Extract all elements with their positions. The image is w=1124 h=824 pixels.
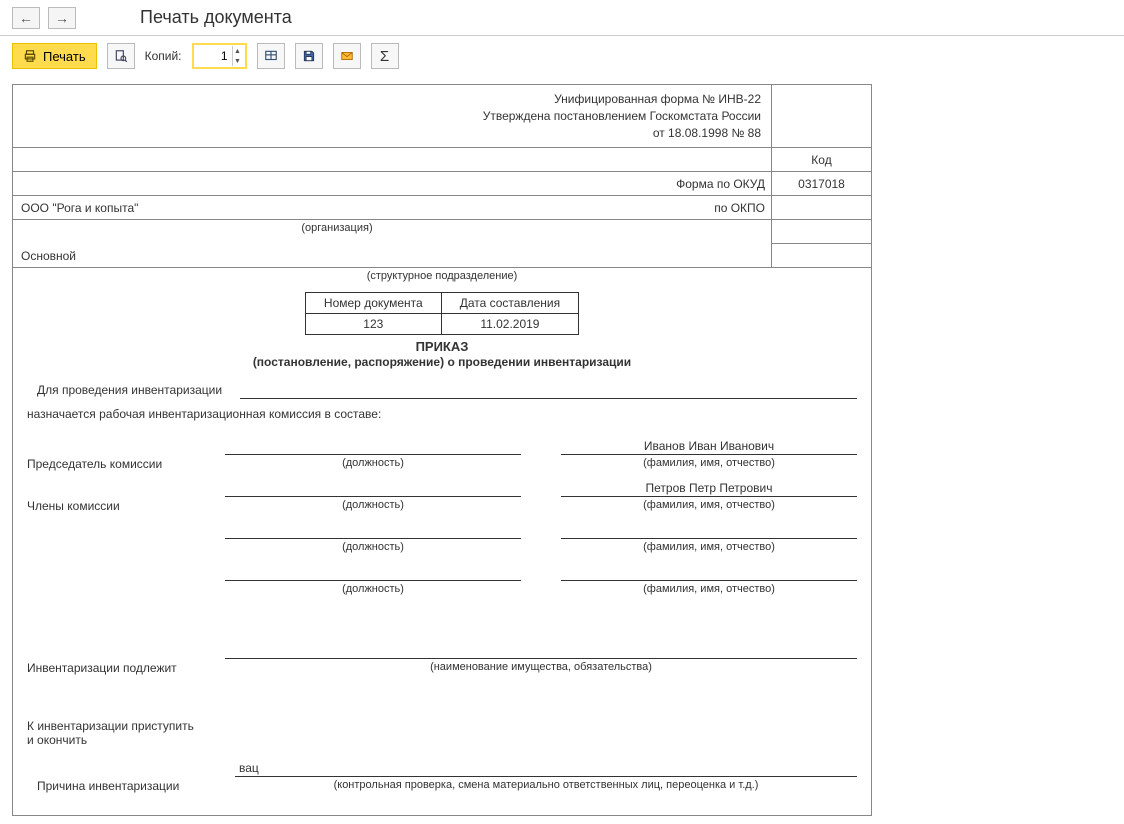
chairman-fio: Иванов Иван Иванович: [561, 439, 857, 455]
fio-caption-4: (фамилия, имя, отчество): [561, 581, 857, 599]
print-button[interactable]: Печать: [12, 43, 97, 69]
preview-button[interactable]: [107, 43, 135, 69]
fio-caption-1: (фамилия, имя, отчество): [561, 455, 857, 473]
copies-up-button[interactable]: ▲: [233, 46, 243, 56]
form-notice-3: от 18.08.1998 № 88: [23, 125, 761, 142]
subject-label: Инвентаризации подлежит: [27, 661, 207, 677]
copies-input[interactable]: [196, 47, 232, 65]
okud-value: 0317018: [771, 172, 871, 195]
division-name: Основной: [13, 244, 661, 267]
member1-fio: Петров Петр Петрович: [561, 481, 857, 497]
envelope-icon: [340, 49, 354, 63]
position-caption-1: (должность): [225, 455, 521, 473]
magnifier-page-icon: [114, 49, 128, 63]
arrow-right-icon: →: [55, 10, 69, 26]
sum-button[interactable]: Σ: [371, 43, 399, 69]
sigma-icon: Σ: [380, 48, 389, 65]
copies-field[interactable]: ▲ ▼: [192, 43, 247, 69]
subject-caption: (наименование имущества, обязательства): [225, 659, 857, 677]
chairman-label: Председатель комиссии: [27, 457, 207, 473]
fio-caption-2: (фамилия, имя, отчество): [561, 497, 857, 515]
organization-name: ООО "Рога и копыта": [13, 196, 661, 219]
doc-number-header: Номер документа: [305, 293, 441, 314]
position-caption-4: (должность): [225, 581, 521, 599]
fio-caption-3: (фамилия, имя, отчество): [561, 539, 857, 557]
order-title: ПРИКАЗ: [416, 339, 469, 354]
doc-date-value: 11.02.2019: [441, 314, 578, 335]
nav-forward-button[interactable]: →: [48, 7, 76, 29]
subject-field: [225, 643, 857, 659]
doc-number-value: 123: [305, 314, 441, 335]
reason-caption: (контрольная проверка, смена материально…: [235, 777, 857, 795]
member3-position: [225, 565, 521, 581]
okpo-label: по ОКПО: [661, 196, 771, 219]
copies-down-button[interactable]: ▼: [233, 56, 243, 66]
print-button-label: Печать: [43, 49, 86, 64]
member3-fio: [561, 565, 857, 581]
member2-fio: [561, 523, 857, 539]
toolbar: Печать Копий: ▲ ▼ Σ: [0, 36, 1124, 76]
position-caption-3: (должность): [225, 539, 521, 557]
members-label: Члены комиссии: [27, 499, 207, 515]
intro-label: Для проведения инвентаризации: [27, 383, 222, 399]
nav-back-button[interactable]: ←: [12, 7, 40, 29]
chairman-position: [225, 439, 521, 455]
start-label-1: К инвентаризации приступить: [27, 719, 857, 733]
arrow-left-icon: ←: [19, 10, 33, 26]
table-settings-icon: [264, 49, 278, 63]
document-form: Унифицированная форма № ИНВ-22 Утвержден…: [12, 84, 872, 816]
copies-label: Копий:: [145, 49, 182, 63]
commission-text: назначается рабочая инвентаризационная к…: [27, 407, 857, 421]
top-bar: ← → Печать документа: [0, 0, 1124, 36]
email-button[interactable]: [333, 43, 361, 69]
reason-value: вац: [235, 761, 857, 777]
save-button[interactable]: [295, 43, 323, 69]
member2-position: [225, 523, 521, 539]
position-caption-2: (должность): [225, 497, 521, 515]
form-notice-2: Утверждена постановлением Госкомстата Ро…: [23, 108, 761, 125]
order-subtitle: (постановление, распоряжение) о проведен…: [253, 355, 631, 369]
division-caption: (структурное подразделение): [27, 268, 857, 286]
member1-position: [225, 481, 521, 497]
page-title: Печать документа: [140, 7, 292, 28]
code-header: Код: [771, 148, 871, 171]
doc-number-date-table: Номер документа Дата составления 123 11.…: [305, 292, 579, 335]
start-label-2: и окончить: [27, 733, 857, 747]
intro-field: [240, 383, 857, 399]
printer-icon: [23, 49, 37, 63]
okud-label: Форма по ОКУД: [661, 172, 771, 195]
org-caption: (организация): [13, 220, 661, 238]
doc-date-header: Дата составления: [441, 293, 578, 314]
settings-button[interactable]: [257, 43, 285, 69]
form-notice-1: Унифицированная форма № ИНВ-22: [23, 91, 761, 108]
diskette-icon: [302, 49, 316, 63]
okpo-value: [771, 196, 871, 219]
